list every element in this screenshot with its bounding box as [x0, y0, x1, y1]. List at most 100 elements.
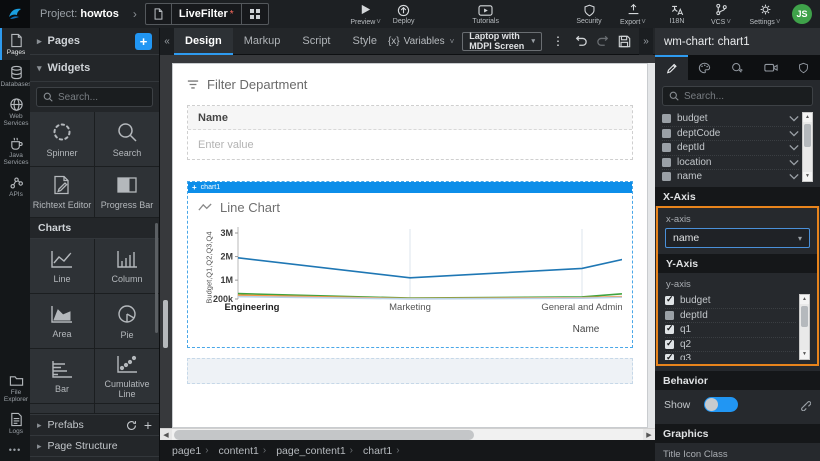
tab-styles[interactable]	[688, 55, 721, 80]
preview-button[interactable]: Preview˅	[349, 3, 383, 26]
y-axis-field-row[interactable]: q1	[665, 323, 796, 338]
deploy-button[interactable]: Deploy	[387, 3, 421, 26]
undo-button[interactable]	[574, 35, 588, 47]
widget-search-input[interactable]	[58, 92, 146, 103]
chart-tile-line[interactable]: Line	[30, 239, 94, 293]
y-axis-list-scrollbar[interactable]: ▲ ▼	[799, 294, 810, 360]
expand-inspector-button[interactable]: »	[639, 28, 653, 55]
user-avatar[interactable]: JS	[792, 4, 812, 24]
open-page-tab[interactable]: LiveFilter*	[145, 3, 269, 25]
export-button[interactable]: Export˅	[616, 3, 650, 26]
settings-button[interactable]: Settings˅	[748, 3, 782, 26]
refresh-icon[interactable]	[126, 420, 137, 431]
chart-tile-pie[interactable]: Pie	[95, 294, 159, 348]
y-axis-field-row[interactable]: deptId	[665, 309, 796, 324]
rail-item-web-services[interactable]: Web Services	[0, 92, 30, 131]
chart-tile-partial[interactable]	[30, 404, 94, 413]
breadcrumb-item[interactable]: page_content1›	[276, 445, 357, 457]
chart-tile-column[interactable]: Column	[95, 239, 159, 293]
scroll-down-arrow[interactable]: ▼	[803, 172, 812, 181]
x-axis-select[interactable]: name ▾	[665, 228, 810, 248]
save-button[interactable]	[618, 35, 631, 48]
field-checkbox[interactable]	[665, 296, 674, 305]
chart-tile-cumulative-line[interactable]: Cumulative Line	[95, 349, 159, 403]
field-checkbox[interactable]	[665, 325, 674, 334]
field-checkbox[interactable]	[662, 129, 671, 138]
field-checkbox[interactable]	[665, 311, 674, 320]
device-selector[interactable]: Laptop with MDPI Screen ▾	[462, 32, 542, 51]
dataset-field-row[interactable]: name	[662, 170, 799, 182]
field-checkbox[interactable]	[662, 172, 671, 181]
y-axis-field-row[interactable]: budget	[665, 294, 796, 309]
bind-property-button[interactable]	[799, 399, 811, 411]
dataset-field-row[interactable]: deptId	[662, 141, 799, 156]
tab-properties[interactable]	[655, 55, 688, 80]
tutorials-button[interactable]: Tutorials	[469, 4, 503, 25]
property-search-input[interactable]	[684, 91, 806, 102]
breadcrumb-item[interactable]: content1›	[219, 445, 271, 457]
rail-item-java-services[interactable]: Java Services	[0, 131, 30, 170]
chart-widget[interactable]: + chart1 Line Chart Budget,Q1,Q2,Q3,Q4 3…	[187, 181, 633, 348]
page-structure-accordion-header[interactable]: ▸ Page Structure	[30, 435, 159, 456]
rail-item-file-explorer[interactable]: File Explorer	[0, 368, 30, 407]
chart-widget-selection-bar[interactable]: + chart1	[188, 182, 632, 193]
pages-accordion-header[interactable]: ▸ Pages +	[30, 28, 159, 55]
breadcrumb-item[interactable]: page1›	[172, 445, 213, 457]
chevron-down-icon[interactable]	[789, 144, 799, 151]
dataset-field-row[interactable]: location	[662, 156, 799, 171]
tab-security[interactable]	[787, 55, 820, 80]
scroll-right-arrow[interactable]: ▶	[643, 429, 655, 441]
vcs-button[interactable]: VCS˅	[704, 3, 738, 26]
field-checkbox[interactable]	[662, 114, 671, 123]
variables-accordion-header[interactable]: ▸ Variables	[30, 456, 159, 461]
scroll-left-arrow[interactable]: ◀	[160, 429, 172, 441]
tab-device[interactable]	[754, 55, 787, 80]
i18n-button[interactable]: I18N	[660, 4, 694, 25]
rail-overflow-menu[interactable]: •••	[0, 439, 30, 461]
tab-script[interactable]: Script	[291, 28, 341, 55]
tab-events[interactable]	[721, 55, 754, 80]
page-canvas[interactable]: Filter Department Name + chart1	[172, 63, 648, 428]
field-checkbox[interactable]	[665, 354, 674, 360]
sidebar-scrollbar[interactable]	[155, 223, 158, 333]
canvas-horizontal-scrollbar[interactable]: ◀ ▶	[160, 428, 655, 440]
rail-item-pages[interactable]: Pages	[0, 28, 30, 60]
name-filter-input[interactable]	[190, 139, 630, 151]
chart-tile-area[interactable]: Area	[30, 294, 94, 348]
chevron-down-icon[interactable]	[789, 173, 799, 180]
page-switcher-grid-icon[interactable]	[241, 4, 268, 24]
horizontal-scroll-thumb[interactable]	[174, 430, 474, 440]
prefabs-accordion-header[interactable]: ▸ Prefabs +	[30, 414, 159, 435]
widget-search-box[interactable]	[36, 87, 153, 107]
chevron-down-icon[interactable]	[789, 115, 799, 122]
field-checkbox[interactable]	[662, 158, 671, 167]
rail-item-apis[interactable]: APIs	[0, 170, 30, 202]
security-button[interactable]: Security	[572, 4, 606, 25]
field-checkbox[interactable]	[665, 340, 674, 349]
widget-tile-search[interactable]: Search	[95, 112, 159, 166]
y-axis-field-row[interactable]: q3	[665, 352, 796, 360]
widget-tile-richtext-editor[interactable]: Richtext Editor	[30, 167, 94, 217]
breadcrumb-item[interactable]: chart1›	[363, 445, 404, 457]
chevron-down-icon[interactable]	[789, 159, 799, 166]
add-prefab-button[interactable]: +	[144, 420, 152, 430]
page-content-placeholder[interactable]	[187, 358, 633, 384]
rail-item-databases[interactable]: Databases	[0, 60, 30, 92]
more-options-kebab[interactable]: ⋮	[550, 34, 566, 48]
widgets-accordion-header[interactable]: ▾ Widgets	[30, 55, 159, 82]
move-handle-icon[interactable]: +	[192, 183, 197, 192]
tab-design[interactable]: Design	[174, 28, 233, 55]
dataset-list-scrollbar[interactable]: ▲ ▼	[802, 112, 813, 182]
show-toggle[interactable]	[704, 397, 738, 412]
property-search-box[interactable]	[662, 86, 813, 106]
tab-markup[interactable]: Markup	[233, 28, 292, 55]
chart-tile-partial[interactable]	[95, 404, 159, 413]
add-page-button[interactable]: +	[135, 33, 152, 50]
scroll-down-arrow[interactable]: ▼	[800, 350, 809, 359]
variables-dropdown[interactable]: {x} Variables ˅	[388, 36, 454, 47]
tab-style[interactable]: Style	[342, 28, 388, 55]
y-axis-field-row[interactable]: q2	[665, 338, 796, 353]
dataset-field-row[interactable]: budget	[662, 112, 799, 127]
live-filter-panel[interactable]: Name	[187, 105, 633, 160]
scroll-thumb[interactable]	[801, 306, 808, 327]
